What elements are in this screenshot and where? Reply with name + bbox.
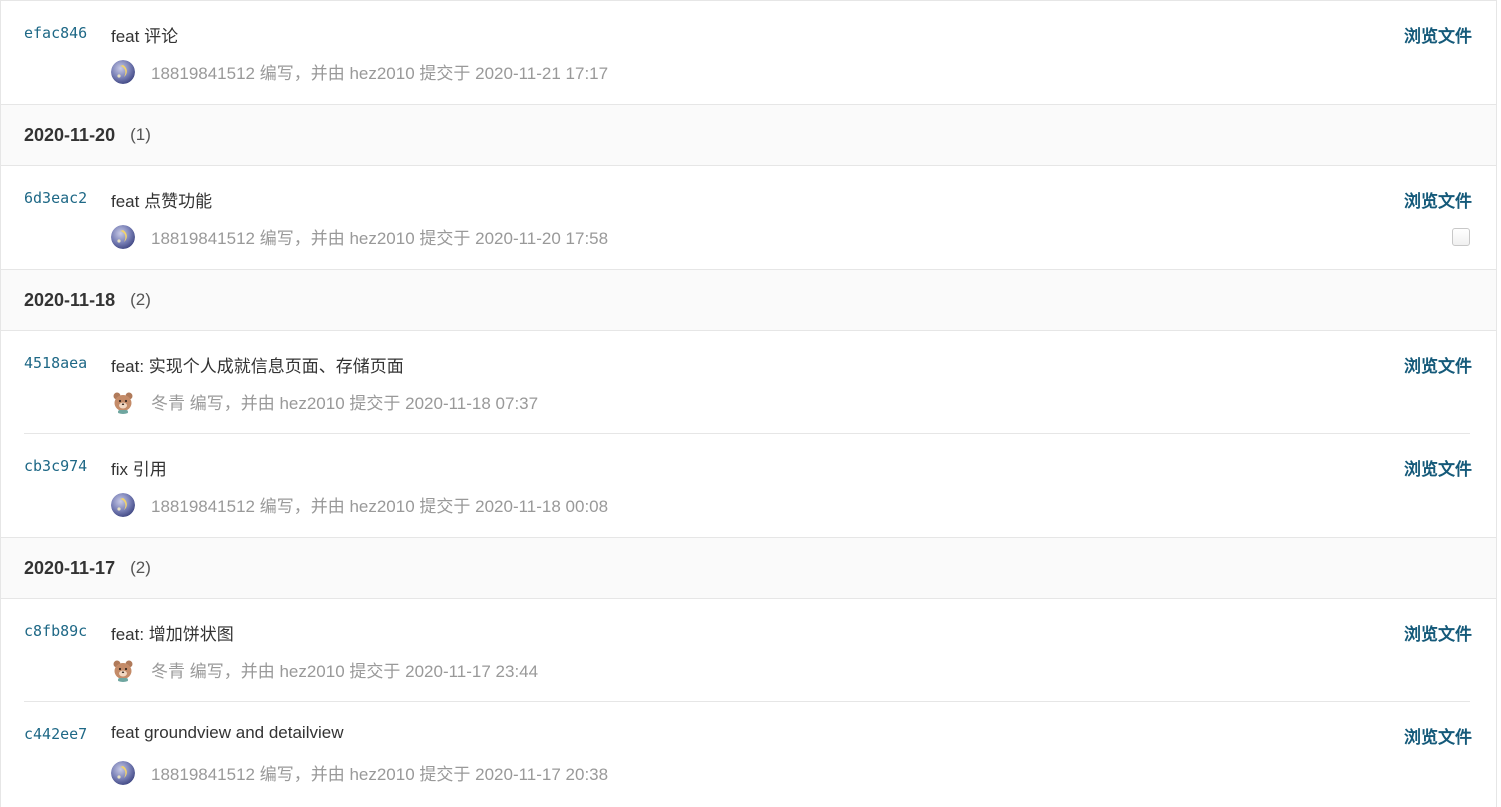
select-checkbox[interactable] xyxy=(1452,228,1470,246)
moon-avatar-icon[interactable] xyxy=(111,760,135,785)
browse-files-button[interactable]: 浏览文件 xyxy=(1404,455,1472,480)
commit-sha-link[interactable]: efac846 xyxy=(24,24,87,42)
commit-sha-link[interactable]: cb3c974 xyxy=(24,457,87,475)
date-group-count: (2) xyxy=(130,558,151,577)
commit-list: efac846 feat 评论 18819841512 编写，并由 hez201… xyxy=(0,0,1497,807)
commit-item: 4518aea feat: 实现个人成就信息页面、存储页面 冬青 编写，并由 h… xyxy=(1,331,1496,434)
commit-message[interactable]: feat groundview and detailview xyxy=(111,723,343,743)
moon-avatar-icon[interactable] xyxy=(111,492,135,517)
date-group-header: 2020-11-18 (2) xyxy=(1,269,1496,331)
commit-sha-link[interactable]: c442ee7 xyxy=(24,725,87,743)
moon-avatar-icon[interactable] xyxy=(111,59,135,84)
commit-meta: 18819841512 编写，并由 hez2010 提交于 2020-11-18… xyxy=(111,492,608,517)
commit-meta-text: 18819841512 编写，并由 hez2010 提交于 2020-11-21… xyxy=(151,64,609,83)
commit-item: efac846 feat 评论 18819841512 编写，并由 hez201… xyxy=(1,1,1496,104)
commit-message[interactable]: feat 评论 xyxy=(111,22,178,47)
date-group-header: 2020-11-17 (2) xyxy=(1,537,1496,599)
commit-meta-text: 18819841512 编写，并由 hez2010 提交于 2020-11-17… xyxy=(151,765,609,784)
browse-files-button[interactable]: 浏览文件 xyxy=(1404,723,1472,748)
commit-meta-text: 18819841512 编写，并由 hez2010 提交于 2020-11-18… xyxy=(151,497,609,516)
date-group-header: 2020-11-20 (1) xyxy=(1,104,1496,166)
bear-avatar-icon[interactable] xyxy=(111,657,135,682)
commit-meta: 18819841512 编写，并由 hez2010 提交于 2020-11-17… xyxy=(111,760,608,785)
date-group-label: 2020-11-17 xyxy=(24,557,116,578)
commit-meta: 18819841512 编写，并由 hez2010 提交于 2020-11-20… xyxy=(111,224,608,249)
commit-item: c8fb89c feat: 增加饼状图 冬青 编写，并由 hez2010 提交于… xyxy=(1,599,1496,702)
commit-sha-link[interactable]: c8fb89c xyxy=(24,622,87,640)
commit-meta-text: 冬青 编写，并由 hez2010 提交于 2020-11-18 07:37 xyxy=(151,394,539,413)
commit-message[interactable]: feat: 增加饼状图 xyxy=(111,620,234,645)
commit-message[interactable]: feat 点赞功能 xyxy=(111,187,212,212)
commit-message[interactable]: feat: 实现个人成就信息页面、存储页面 xyxy=(111,352,404,377)
date-group-label: 2020-11-18 xyxy=(24,289,116,310)
commit-item: 6d3eac2 feat 点赞功能 18819841512 编写，并由 hez2… xyxy=(1,166,1496,269)
commit-sha-link[interactable]: 6d3eac2 xyxy=(24,189,87,207)
commit-item: c442ee7 feat groundview and detailview 1… xyxy=(1,702,1496,805)
commit-meta: 冬青 编写，并由 hez2010 提交于 2020-11-18 07:37 xyxy=(111,389,538,414)
commit-meta-text: 冬青 编写，并由 hez2010 提交于 2020-11-17 23:44 xyxy=(151,662,539,681)
moon-avatar-icon[interactable] xyxy=(111,224,135,249)
browse-files-button[interactable]: 浏览文件 xyxy=(1404,352,1472,377)
date-group-count: (1) xyxy=(130,125,151,144)
bear-avatar-icon[interactable] xyxy=(111,389,135,414)
date-group-label: 2020-11-20 xyxy=(24,124,116,145)
commit-meta: 冬青 编写，并由 hez2010 提交于 2020-11-17 23:44 xyxy=(111,657,538,682)
commit-meta-text: 18819841512 编写，并由 hez2010 提交于 2020-11-20… xyxy=(151,229,609,248)
commit-message[interactable]: fix 引用 xyxy=(111,455,167,480)
commit-item: cb3c974 fix 引用 18819841512 编写，并由 hez2010… xyxy=(1,434,1496,537)
commit-sha-link[interactable]: 4518aea xyxy=(24,354,87,372)
date-group-count: (2) xyxy=(130,290,151,309)
browse-files-button[interactable]: 浏览文件 xyxy=(1404,187,1472,212)
commit-meta: 18819841512 编写，并由 hez2010 提交于 2020-11-21… xyxy=(111,59,608,84)
browse-files-button[interactable]: 浏览文件 xyxy=(1404,620,1472,645)
browse-files-button[interactable]: 浏览文件 xyxy=(1404,22,1472,47)
